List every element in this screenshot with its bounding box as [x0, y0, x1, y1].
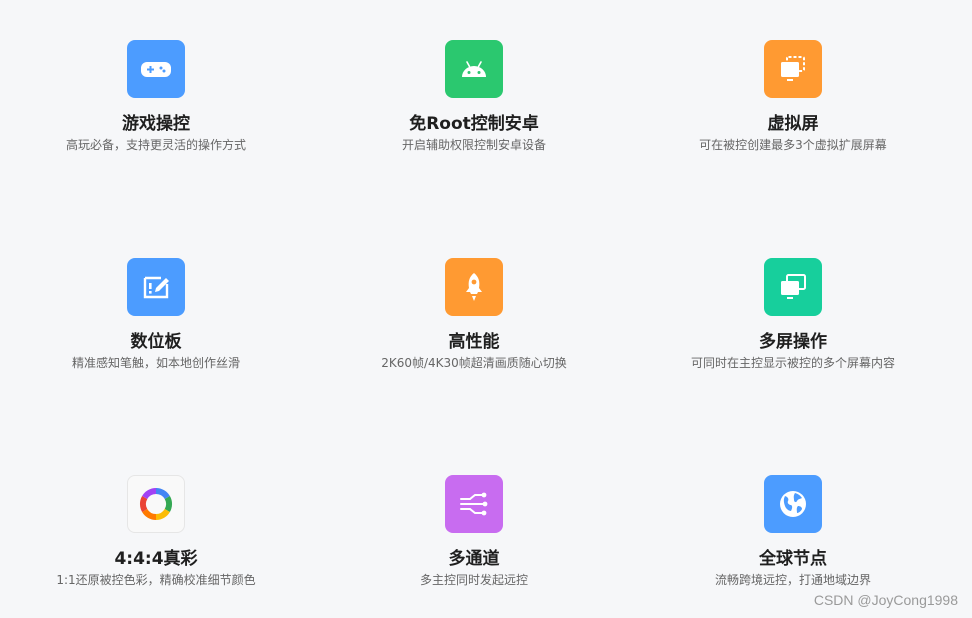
feature-description: 1:1还原被控色彩，精确校准细节颜色 [56, 573, 256, 587]
virtual-screen-icon-box [764, 40, 822, 98]
feature-title: 游戏操控 [122, 114, 190, 134]
feature-title: 数位板 [130, 332, 182, 352]
feature-description: 可同时在主控显示被控的多个屏幕内容 [690, 356, 895, 370]
multi-channel-icon-box [445, 475, 503, 533]
feature-description: 2K60帧/4K30帧超清画质随心切换 [381, 356, 567, 370]
rocket-icon-box [445, 258, 503, 316]
android-icon-box [445, 40, 503, 98]
feature-description: 精准感知笔触，如本地创作丝滑 [71, 356, 240, 370]
android-icon [462, 61, 486, 77]
feature-card-android-no-root: 免Root控制安卓 开启辅助权限控制安卓设备 [324, 40, 624, 153]
feature-card-game-control: 游戏操控 高玩必备，支持更灵活的操作方式 [6, 40, 306, 153]
globe-icon-box [764, 475, 822, 533]
feature-title: 全球节点 [759, 549, 827, 569]
feature-card-drawing-tablet: 数位板 精准感知笔触，如本地创作丝滑 [6, 258, 306, 371]
feature-description: 流畅跨境远控，打通地域边界 [714, 573, 871, 587]
rocket-icon [466, 273, 482, 301]
feature-description: 多主控同时发起远控 [419, 573, 528, 587]
feature-card-high-performance: 高性能 2K60帧/4K30帧超清画质随心切换 [324, 258, 624, 371]
feature-grid: 游戏操控 高玩必备，支持更灵活的操作方式 免Root控制安卓 开启辅助权限控制安… [0, 0, 972, 618]
multi-channel-icon [460, 492, 488, 516]
feature-card-multi-channel: 多通道 多主控同时发起远控 [324, 475, 624, 588]
feature-title: 多屏操作 [759, 332, 827, 352]
feature-title: 虚拟屏 [767, 114, 819, 134]
gamepad-icon [141, 62, 171, 77]
feature-title: 高性能 [448, 332, 500, 352]
feature-card-global-nodes: 全球节点 流畅跨境远控，打通地域边界 [643, 475, 943, 588]
gamepad-icon-box [127, 40, 185, 98]
feature-description: 可在被控创建最多3个虚拟扩展屏幕 [699, 138, 887, 152]
feature-title: 4:4:4真彩 [114, 549, 198, 569]
multi-screen-icon-box [764, 258, 822, 316]
feature-title: 免Root控制安卓 [409, 114, 539, 134]
color-wheel-icon [140, 487, 172, 521]
globe-icon [780, 491, 806, 517]
tablet-pen-icon [143, 276, 169, 299]
feature-card-true-color: 4:4:4真彩 1:1还原被控色彩，精确校准细节颜色 [6, 475, 306, 588]
color-wheel-icon-box [127, 475, 185, 533]
feature-description: 高玩必备，支持更灵活的操作方式 [65, 138, 246, 152]
feature-description: 开启辅助权限控制安卓设备 [401, 138, 546, 152]
feature-title: 多通道 [448, 549, 500, 569]
feature-card-virtual-screen: 虚拟屏 可在被控创建最多3个虚拟扩展屏幕 [643, 40, 943, 153]
feature-card-multi-screen: 多屏操作 可同时在主控显示被控的多个屏幕内容 [643, 258, 943, 371]
virtual-screen-icon [781, 56, 805, 81]
watermark-text: CSDN @JoyCong1998 [813, 592, 958, 608]
tablet-pen-icon-box [127, 258, 185, 316]
multi-screen-icon [781, 274, 806, 299]
